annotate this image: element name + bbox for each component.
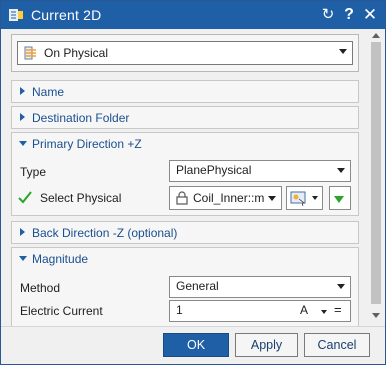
group-magnitude-label: Magnitude xyxy=(32,252,89,266)
cancel-button[interactable]: Cancel xyxy=(304,333,370,357)
primary-type-dropdown[interactable]: PlanePhysical xyxy=(169,160,351,182)
group-back-label: Back Direction -Z (optional) xyxy=(32,226,178,240)
type-section: On Physical xyxy=(11,34,359,72)
chevron-down-icon xyxy=(312,196,318,200)
current-2d-icon xyxy=(9,9,23,21)
current-type-value: On Physical xyxy=(44,46,109,60)
collapse-icon xyxy=(19,256,27,261)
group-primary-header[interactable]: Primary Direction +Z xyxy=(12,133,358,154)
electric-current-value: 1 xyxy=(176,303,183,317)
vertical-scrollbar[interactable] xyxy=(367,29,385,326)
selection-filter-button[interactable] xyxy=(286,186,323,210)
lock-icon xyxy=(176,191,188,205)
type-label: Type xyxy=(20,165,47,179)
chevron-down-icon xyxy=(339,49,347,54)
checkmark-icon xyxy=(18,191,32,204)
group-name: Name xyxy=(11,80,359,103)
select-physical-label: Select Physical xyxy=(40,191,122,205)
dialog-content: On Physical Name Destination Folder Prim… xyxy=(1,29,367,326)
primary-type-value: PlanePhysical xyxy=(176,163,252,177)
dialog-title: Current 2D xyxy=(31,7,102,23)
method-label: Method xyxy=(20,281,61,295)
method-dropdown[interactable]: General xyxy=(169,276,351,298)
scroll-down-icon[interactable] xyxy=(372,313,380,318)
collapse-icon xyxy=(19,141,27,146)
group-back-direction: Back Direction -Z (optional) xyxy=(11,221,359,244)
dialog-footer: OK Apply Cancel xyxy=(1,326,385,364)
group-name-header[interactable]: Name xyxy=(12,81,358,102)
group-destination-header[interactable]: Destination Folder xyxy=(12,107,358,128)
selection-filter-icon xyxy=(290,191,306,206)
group-destination-folder: Destination Folder xyxy=(11,106,359,129)
chevron-down-icon xyxy=(321,310,327,314)
method-value: General xyxy=(176,279,219,293)
on-physical-icon xyxy=(24,46,36,60)
chevron-down-icon xyxy=(337,284,345,289)
expand-icon xyxy=(20,228,25,236)
current-type-dropdown[interactable]: On Physical xyxy=(17,41,353,65)
formula-equals-icon[interactable]: = xyxy=(334,302,342,317)
group-primary-direction: Primary Direction +Z Type PlanePhysical … xyxy=(11,132,359,216)
group-name-label: Name xyxy=(32,85,65,99)
group-magnitude: Magnitude Method General Electric Curren… xyxy=(11,247,359,326)
chevron-down-icon xyxy=(268,196,276,201)
expand-icon xyxy=(20,113,25,121)
chevron-down-icon xyxy=(337,168,345,173)
reverse-direction-button[interactable] xyxy=(329,186,351,210)
group-magnitude-header[interactable]: Magnitude xyxy=(12,248,358,269)
electric-current-input[interactable]: 1 A = xyxy=(169,300,351,322)
triangle-down-icon xyxy=(334,196,344,203)
select-physical-value: Coil_Inner::m xyxy=(193,191,265,205)
scroll-up-icon[interactable] xyxy=(372,33,380,38)
help-icon[interactable]: ? xyxy=(340,5,358,25)
current-2d-dialog: Current 2D ↻ ? ✕ On Physical Name Destin… xyxy=(0,0,386,365)
group-destination-label: Destination Folder xyxy=(32,111,130,125)
unit-label[interactable]: A xyxy=(300,303,308,317)
scrollbar-thumb[interactable] xyxy=(371,42,381,304)
electric-current-label: Electric Current xyxy=(20,304,103,318)
expand-icon xyxy=(20,87,25,95)
close-icon[interactable]: ✕ xyxy=(361,5,379,25)
ok-button[interactable]: OK xyxy=(163,333,229,357)
group-back-header[interactable]: Back Direction -Z (optional) xyxy=(12,222,358,243)
title-bar: Current 2D ↻ ? ✕ xyxy=(1,1,385,29)
select-physical-dropdown[interactable]: Coil_Inner::m xyxy=(169,186,282,210)
reset-icon[interactable]: ↻ xyxy=(319,5,337,25)
group-primary-label: Primary Direction +Z xyxy=(32,137,142,151)
apply-button[interactable]: Apply xyxy=(235,333,298,357)
